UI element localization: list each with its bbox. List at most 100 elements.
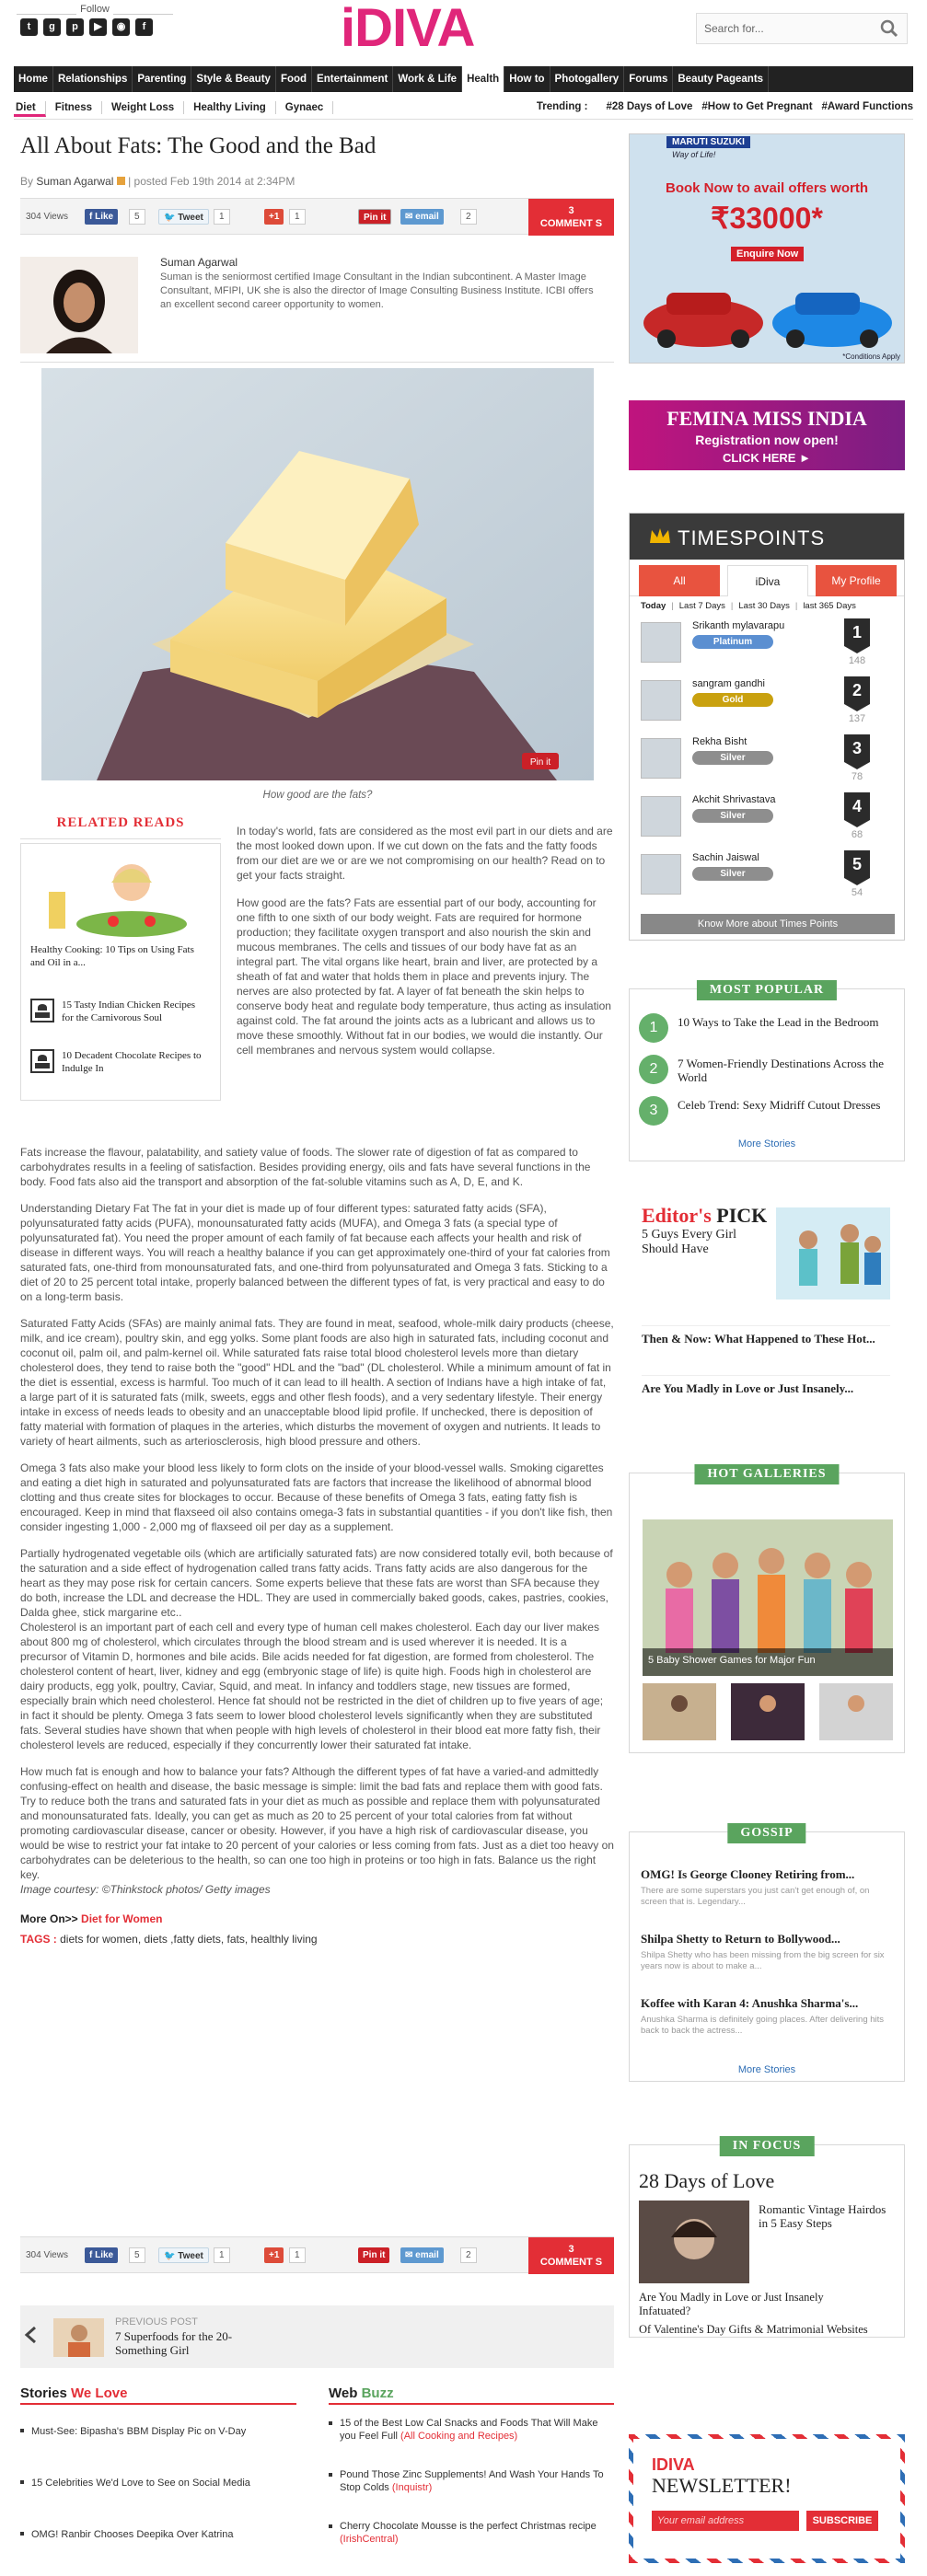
subnav-item[interactable]: Fitness	[46, 101, 102, 114]
editors-pick-item[interactable]: Then & Now: What Happened to These Hot..…	[642, 1325, 890, 1346]
timespoints-tab[interactable]: All	[639, 565, 720, 596]
email-button[interactable]: ✉ email	[400, 209, 444, 225]
twitter-icon[interactable]: t	[20, 18, 38, 36]
subnav-item[interactable]: Gynaec	[276, 101, 334, 114]
related-item[interactable]: 15 Tasty Indian Chicken Recipes for the …	[30, 999, 210, 1039]
user-name[interactable]: Srikanth mylavarapu	[692, 620, 784, 631]
gallery-feature-image[interactable]	[643, 1519, 893, 1676]
trending-link[interactable]: #How to Get Pregnant	[701, 101, 812, 112]
leaderboard-row[interactable]: Rekha Bisht Silver 3 78	[630, 731, 904, 786]
site-logo[interactable]: iDIVA	[341, 0, 475, 57]
tweet-button[interactable]: 🐦 Tweet	[158, 209, 209, 225]
nav-item[interactable]: How to	[504, 66, 550, 92]
most-popular-item[interactable]: 3 Celeb Trend: Sexy Midriff Cutout Dresse…	[639, 1096, 887, 1126]
user-name[interactable]: Sachin Jaiswal	[692, 852, 759, 863]
rss-icon[interactable]: ◉	[112, 18, 130, 36]
gossip-item[interactable]: OMG! Is George Clooney Retiring from... T…	[641, 1867, 895, 1908]
editors-pick-feature[interactable]: 5 Guys Every Girl Should Have	[642, 1228, 771, 1257]
timespoints-tab[interactable]: iDiva	[727, 565, 808, 596]
nav-item[interactable]: Parenting	[133, 66, 192, 92]
gplus-button[interactable]: +1	[264, 2247, 284, 2263]
gossip-item[interactable]: Shilpa Shetty to Return to Bollywood... S…	[641, 1932, 895, 1972]
nav-item[interactable]: Photogallery	[550, 66, 625, 92]
nav-item[interactable]: Entertainment	[312, 66, 394, 92]
timespoints-period[interactable]: Last 30 Days	[738, 601, 789, 611]
comments-button[interactable]: 3 COMMENT S	[528, 199, 614, 236]
nav-item[interactable]: Style & Beauty	[191, 66, 276, 92]
youtube-icon[interactable]: ▶	[89, 18, 107, 36]
facebook-like-button[interactable]: f Like	[85, 209, 119, 225]
editors-pick-item[interactable]: Are You Madly in Love or Just Insanely..…	[642, 1375, 890, 1395]
pin-it-button[interactable]: Pin it	[358, 2247, 390, 2263]
story-item[interactable]: OMG! Ranbir Chooses Deepika Over Katrina	[20, 2529, 296, 2540]
search-input[interactable]: Search for...	[696, 13, 908, 44]
user-name[interactable]: sangram gandhi	[692, 678, 765, 689]
nav-item[interactable]: Home	[14, 66, 53, 92]
subscribe-button[interactable]: SUBSCRIBE	[805, 2511, 878, 2531]
leaderboard-row[interactable]: sangram gandhi Gold 2 137	[630, 673, 904, 728]
timespoints-tab[interactable]: My Profile	[816, 565, 897, 596]
know-more-timespoints[interactable]: Know More about Times Points	[641, 914, 895, 934]
timespoints-period[interactable]: Today	[641, 601, 666, 611]
author-name[interactable]: Suman Agarwal	[160, 256, 238, 269]
related-featured-title[interactable]: Healthy Cooking: 10 Tips on Using Fats a…	[30, 943, 210, 969]
timespoints-period[interactable]: last 365 Days	[803, 601, 856, 611]
subnav-item[interactable]: Diet	[14, 101, 46, 117]
editors-pick-image[interactable]	[776, 1207, 890, 1300]
facebook-like-button[interactable]: f Like	[85, 2247, 119, 2263]
trending-link[interactable]: #Award Functions	[822, 101, 913, 112]
buzz-item[interactable]: 15 of the Best Low Cal Snacks and Foods …	[329, 2417, 614, 2443]
nav-item[interactable]: Relationships	[53, 66, 133, 92]
newsletter-email-input[interactable]: Your email address	[652, 2511, 799, 2531]
leaderboard-row[interactable]: Sachin Jaiswal Silver 5 54	[630, 847, 904, 902]
femina-click-here[interactable]: CLICK HERE ►	[629, 451, 905, 465]
tweet-button[interactable]: 🐦 Tweet	[158, 2247, 209, 2263]
comments-button[interactable]: 3 COMMENT S	[528, 2237, 614, 2274]
nav-item[interactable]: Food	[276, 66, 313, 92]
gplus-button[interactable]: +1	[264, 209, 284, 225]
email-button[interactable]: ✉ email	[400, 2247, 444, 2263]
chevron-left-icon[interactable]	[24, 2326, 37, 2344]
maruti-ad[interactable]: MARUTI SUZUKI Way of Life! Book Now to a…	[629, 133, 905, 364]
most-popular-item[interactable]: 27 Women-Friendly Destinations Across th…	[639, 1055, 887, 1084]
subnav-item[interactable]: Healthy Living	[184, 101, 276, 114]
femina-ad[interactable]: FEMINA MISS INDIA Registration now open!…	[629, 400, 905, 470]
related-item-title[interactable]: 15 Tasty Indian Chicken Recipes for the …	[62, 999, 209, 1024]
gallery-thumbnails[interactable]	[643, 1683, 893, 1740]
pinterest-icon[interactable]: p	[66, 18, 84, 36]
story-item[interactable]: Must-See: Bipasha's BBM Display Pic on V…	[20, 2426, 296, 2437]
gossip-more[interactable]: More Stories	[630, 2064, 904, 2075]
buzz-item[interactable]: Pound Those Zinc Supplements! And Wash Y…	[329, 2468, 614, 2494]
nav-item[interactable]: Beauty Pageants	[673, 66, 770, 92]
related-featured-image[interactable]	[30, 855, 214, 938]
subnav-item[interactable]: Weight Loss	[102, 101, 185, 114]
enquire-now-button[interactable]: Enquire Now	[731, 247, 805, 261]
user-name[interactable]: Akchit Shrivastava	[692, 794, 775, 805]
leaderboard-row[interactable]: Srikanth mylavarapu Platinum 1 148	[630, 615, 904, 670]
related-item[interactable]: 10 Decadent Chocolate Recipes to Indulge…	[30, 1049, 210, 1090]
timespoints-period[interactable]: Last 7 Days	[679, 601, 725, 611]
in-focus-item[interactable]: Are You Madly in Love or Just Insanely I…	[639, 2291, 878, 2318]
pin-it-button[interactable]: Pin it	[358, 209, 392, 225]
user-name[interactable]: Rekha Bisht	[692, 736, 747, 747]
story-item[interactable]: 15 Celebrities We'd Love to See on Socia…	[20, 2478, 296, 2489]
search-icon[interactable]	[879, 18, 899, 39]
most-popular-more[interactable]: More Stories	[630, 1138, 904, 1149]
gossip-item[interactable]: Koffee with Karan 4: Anushka Sharma's...…	[641, 1996, 895, 2037]
buzz-item[interactable]: Cherry Chocolate Mousse is the perfect C…	[329, 2520, 614, 2546]
previous-post[interactable]: PREVIOUS POST 7 Superfoods for the 20-So…	[20, 2305, 614, 2368]
in-focus-item[interactable]: Of Valentine's Day Gifts & Matrimonial W…	[639, 2323, 878, 2337]
nav-item[interactable]: Forums	[624, 66, 674, 92]
author-link[interactable]: Suman Agarwal	[36, 175, 113, 188]
nav-item[interactable]: Work & Life	[393, 66, 463, 92]
previous-post-title[interactable]: 7 Superfoods for the 20-Something Girl	[115, 2329, 262, 2357]
leaderboard-row[interactable]: Akchit Shrivastava Silver 4 68	[630, 789, 904, 844]
facebook-icon[interactable]: f	[135, 18, 153, 36]
more-on-link[interactable]: Diet for Women	[81, 1912, 162, 1925]
trending-link[interactable]: #28 Days of Love	[606, 101, 692, 112]
related-item-title[interactable]: 10 Decadent Chocolate Recipes to Indulge…	[62, 1049, 209, 1075]
nav-item[interactable]: Health	[462, 66, 505, 92]
tag-links[interactable]: diets for women, diets ,fatty diets, fat…	[60, 1933, 317, 1946]
google-plus-icon[interactable]: g	[43, 18, 61, 36]
in-focus-image[interactable]	[639, 2201, 749, 2283]
